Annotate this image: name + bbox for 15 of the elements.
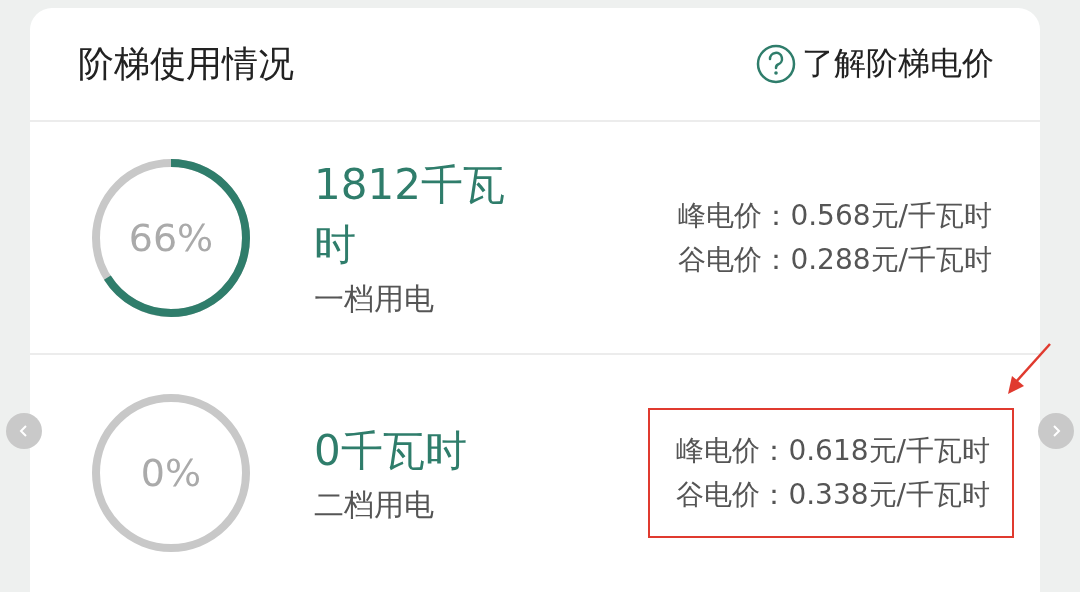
previous-button[interactable] bbox=[6, 413, 42, 449]
price-text: 谷电价：0.288元/千瓦时 bbox=[678, 241, 992, 278]
tier-label: 一档用电 bbox=[314, 280, 435, 318]
price-text: 峰电价：0.568元/千瓦时 bbox=[678, 197, 992, 234]
percent-text: 66% bbox=[128, 215, 214, 260]
tier-label: 二档用电 bbox=[314, 485, 435, 524]
usage-amount: 1812千瓦时 bbox=[314, 159, 506, 271]
section-title: 阶梯使用情况 bbox=[78, 41, 294, 86]
price-text: 谷电价：0.338元/千瓦时 bbox=[676, 477, 990, 513]
help-icon bbox=[756, 44, 796, 84]
price-text: 峰电价：0.618元/千瓦时 bbox=[676, 433, 990, 469]
usage-amount: 0千瓦时 bbox=[314, 424, 468, 477]
percent-text: 0% bbox=[140, 451, 202, 495]
help-link[interactable]: 了解阶梯电价 bbox=[756, 42, 994, 86]
next-button[interactable] bbox=[1038, 413, 1074, 449]
